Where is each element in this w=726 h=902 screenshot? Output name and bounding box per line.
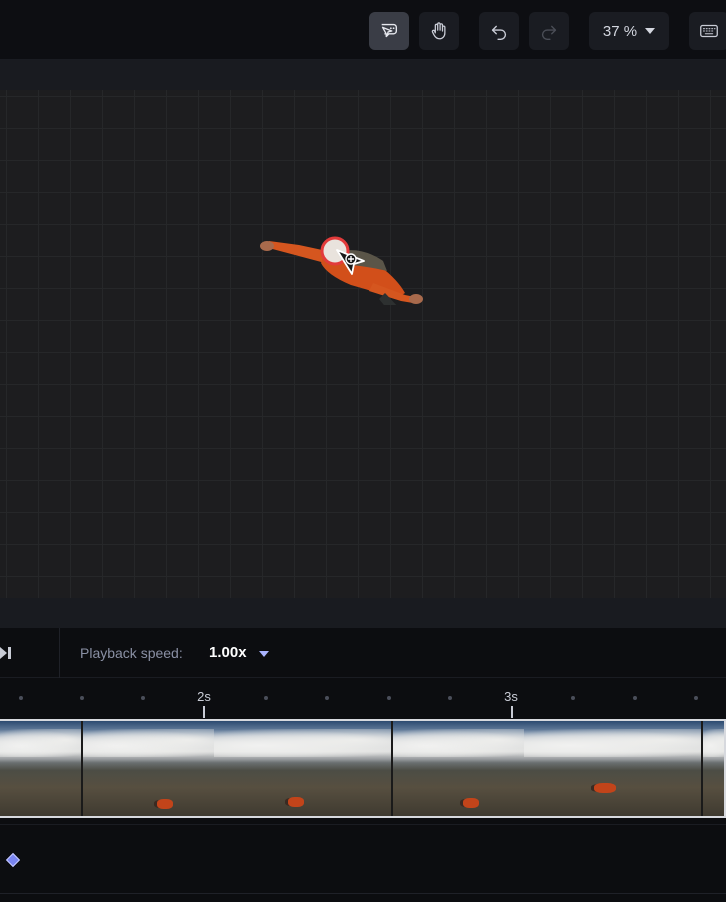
video-filmstrip[interactable] bbox=[0, 719, 726, 818]
editing-canvas[interactable] bbox=[0, 90, 726, 598]
undo-button[interactable] bbox=[479, 12, 519, 50]
filmstrip-frame bbox=[214, 721, 391, 816]
select-tool-button[interactable] bbox=[369, 12, 409, 50]
top-toolbar: 37 % bbox=[0, 0, 726, 60]
ruler-dot bbox=[448, 696, 452, 700]
chevron-down-icon[interactable] bbox=[259, 651, 269, 657]
zoom-value: 37 % bbox=[602, 22, 638, 40]
ruler-dot bbox=[19, 696, 23, 700]
chevron-down-icon bbox=[645, 28, 656, 34]
ruler-dot bbox=[694, 696, 698, 700]
hand-icon bbox=[431, 22, 446, 40]
playback-controls: Playback speed: 1.00x bbox=[0, 628, 726, 678]
playback-speed-value[interactable]: 1.00x bbox=[209, 644, 247, 661]
skydiver-cutout[interactable] bbox=[255, 175, 445, 305]
ruler-dot bbox=[80, 696, 84, 700]
filmstrip-frame bbox=[524, 721, 702, 816]
pan-tool-button[interactable] bbox=[419, 12, 459, 50]
keyframe-diamond-icon[interactable] bbox=[5, 852, 21, 868]
ruler-dot bbox=[571, 696, 575, 700]
undo-icon bbox=[491, 25, 507, 40]
redo-button[interactable] bbox=[529, 12, 569, 50]
ruler-tick-mark bbox=[203, 706, 205, 718]
add-point-cursor-icon bbox=[336, 249, 365, 275]
keyframe-track[interactable] bbox=[0, 824, 726, 894]
keyboard-icon bbox=[700, 24, 718, 38]
ruler-dot bbox=[633, 696, 637, 700]
toolbar-divider bbox=[59, 628, 60, 678]
filmstrip-frame bbox=[83, 721, 214, 816]
redo-icon bbox=[541, 25, 557, 40]
filmstrip-frame bbox=[0, 721, 82, 816]
ruler-dot bbox=[325, 696, 329, 700]
time-ruler[interactable]: 2s 3s bbox=[0, 679, 726, 719]
ruler-dot bbox=[141, 696, 145, 700]
pointer-speech-icon bbox=[381, 23, 398, 38]
canvas-area bbox=[0, 60, 726, 628]
ruler-dot bbox=[264, 696, 268, 700]
zoom-dropdown[interactable]: 37 % bbox=[589, 12, 669, 50]
filmstrip-frame bbox=[393, 721, 524, 816]
ruler-dot bbox=[387, 696, 391, 700]
ruler-tick-label: 3s bbox=[504, 689, 518, 704]
playback-speed-label: Playback speed: bbox=[80, 645, 183, 661]
ruler-tick-label: 2s bbox=[197, 689, 211, 704]
ruler-tick-mark bbox=[511, 706, 513, 718]
skip-to-end-icon[interactable] bbox=[0, 644, 14, 662]
keyboard-shortcuts-button[interactable] bbox=[689, 12, 726, 50]
filmstrip-frame bbox=[703, 721, 724, 816]
